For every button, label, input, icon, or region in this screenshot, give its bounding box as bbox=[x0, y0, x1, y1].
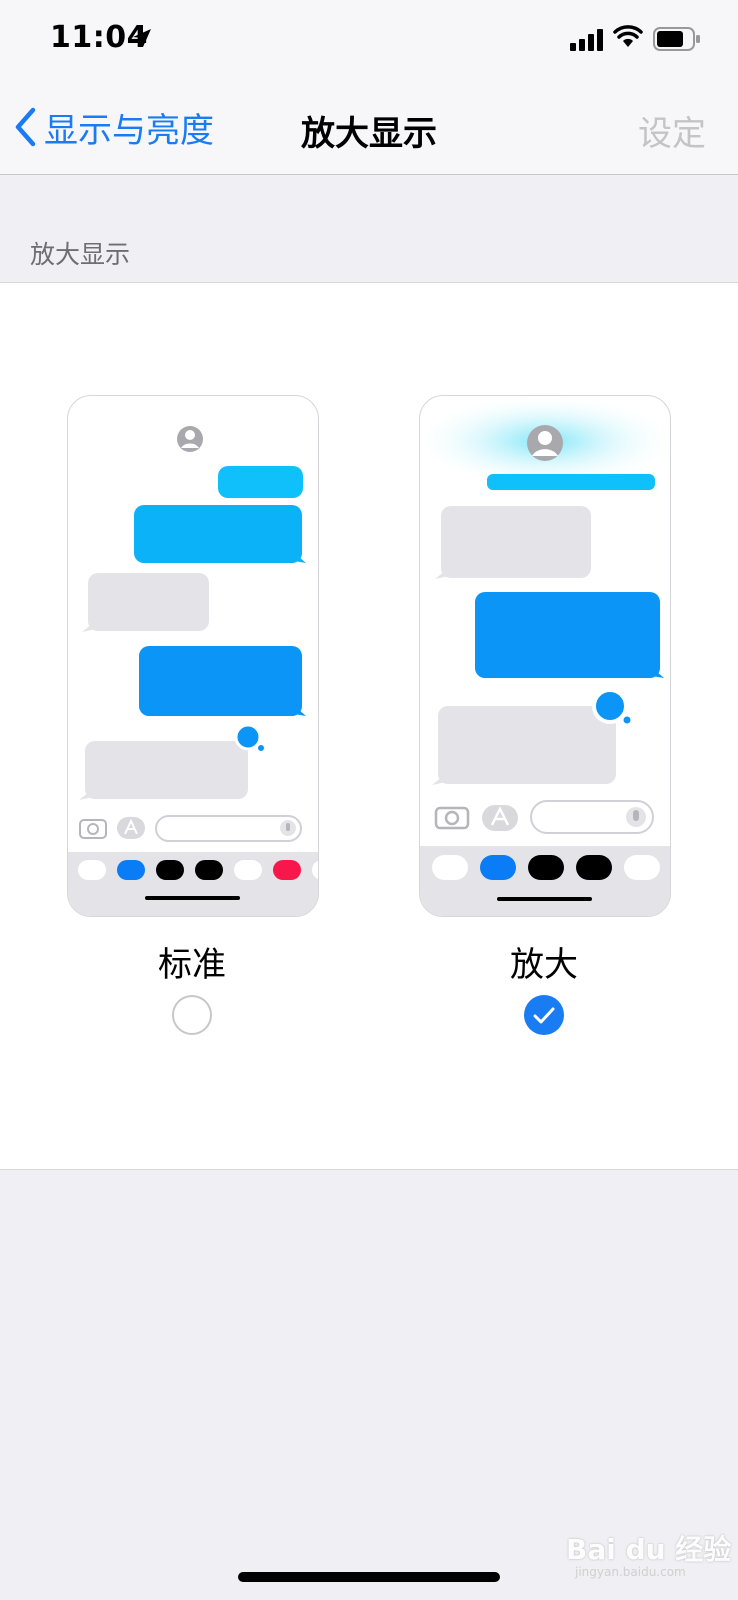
set-button[interactable]: 设定 bbox=[638, 106, 706, 155]
page-title: 放大显示 bbox=[301, 114, 437, 154]
standard-radio-button[interactable] bbox=[172, 995, 212, 1035]
home-indicator[interactable] bbox=[238, 1572, 500, 1582]
standard-preview-illustration bbox=[68, 426, 318, 916]
standard-preview[interactable] bbox=[67, 395, 319, 917]
display-zoom-card: 标准 放大 bbox=[0, 282, 738, 1170]
zoomed-preview-illustration bbox=[420, 396, 670, 916]
wifi-icon bbox=[613, 25, 643, 47]
status-bar: 11:04 bbox=[0, 0, 738, 80]
section-header: 放大显示 bbox=[30, 240, 131, 269]
location-arrow-icon bbox=[133, 29, 151, 47]
battery-icon bbox=[653, 27, 700, 51]
zoomed-radio-button[interactable] bbox=[524, 995, 564, 1035]
zoomed-option-label: 放大 bbox=[510, 945, 578, 985]
zoomed-preview[interactable] bbox=[419, 395, 671, 917]
cellular-signal-icon bbox=[570, 29, 603, 51]
standard-option-label: 标准 bbox=[158, 945, 226, 985]
checkmark-icon bbox=[533, 1007, 555, 1024]
baidu-watermark-url: jingyan.baidu.com bbox=[575, 1565, 686, 1579]
baidu-watermark: Bai du 经验 bbox=[566, 1533, 732, 1566]
navigation-bar: 显示与亮度 放大显示 设定 bbox=[0, 80, 738, 175]
